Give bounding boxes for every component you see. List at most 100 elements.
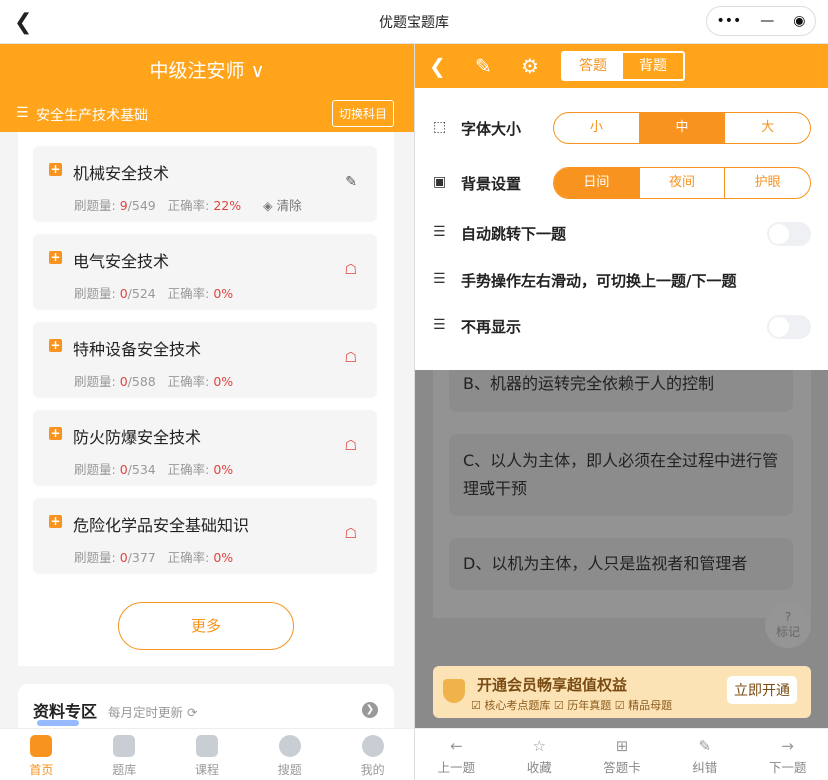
auto-next-label: 自动跳转下一题 [461,225,567,243]
vip-open-button[interactable]: 立即开通 [727,676,797,704]
tab-search[interactable]: 搜题 [248,729,331,780]
search-icon [278,735,301,757]
tab-home[interactable]: 首页 [0,729,83,780]
font-small-option[interactable]: 小 [554,113,639,143]
font-large-option[interactable]: 大 [724,113,810,143]
materials-subtitle: 每月定时更新 ⟳ [108,705,198,720]
arrow-left-icon: ← [450,737,463,755]
settings-popup: ⬚ 字体大小 小 中 大 ▣ 背景设置 日间 夜间 护眼 ☰ 自动跳转下一题 ☰… [415,88,828,370]
dimmed-question-area[interactable]: B、机器的运转完全依赖于人的控制 C、以人为主体，即人必须在全过程中进行管理或干… [415,370,828,730]
gear-icon[interactable]: ⚙ [521,54,539,78]
option-b[interactable]: B、机器的运转完全依赖于人的控制 [449,370,793,412]
background-label: 背景设置 [461,175,522,193]
option-c[interactable]: C、以人为主体，即人必须在全过程中进行管理或干预 [449,434,793,516]
edit-icon[interactable]: ✎ [475,54,492,78]
prev-question-button[interactable]: ← 上一题 [415,729,498,780]
chapter-stats: 刷题量: 0/524 正确率: 0% [74,286,234,301]
app-topbar: ❮ 优题宝题库 ••• — ◉ [0,0,828,44]
more-icon[interactable]: ••• [717,13,742,29]
chapter-stats: 刷题量: 0/377 正确率: 0% [74,550,234,565]
background-options: 日间 夜间 护眼 [553,167,811,199]
chapter-item[interactable]: + 危险化学品安全基础知识 刷题量: 0/377 正确率: 0% ☖ [33,498,377,574]
tab-courses[interactable]: 课程 [166,729,249,780]
tab-profile[interactable]: 我的 [331,729,414,780]
mode-switch: 答题 背题 [561,51,685,81]
tab-question-bank[interactable]: 题库 [83,729,166,780]
question-card: B、机器的运转完全依赖于人的控制 C、以人为主体，即人必须在全过程中进行管理或干… [433,370,811,618]
close-icon[interactable]: ◉ [793,13,805,29]
next-question-button[interactable]: → 下一题 [746,729,828,780]
materials-title: 资料专区 [33,698,97,726]
vip-title: 开通会员畅享超值权益 [477,676,628,694]
lock-icon: ☖ [344,526,357,542]
expand-icon[interactable]: + [49,427,62,440]
chapter-stats: 刷题量: 9/549 正确率: 22% [74,198,242,213]
expand-icon[interactable]: + [49,515,62,528]
question-header: ❮ ✎ ⚙ 答题 背题 [415,44,828,88]
chapter-item[interactable]: + 特种设备安全技术 刷题量: 0/588 正确率: 0% ☖ [33,322,377,398]
chapter-list: + 机械安全技术 刷题量: 9/549 正确率: 22% ◈ 清除 ✎ + 电气… [18,132,394,666]
tab-recite[interactable]: 背题 [623,53,683,79]
bg-eyecare-option[interactable]: 护眼 [724,168,810,198]
mark-button[interactable]: ? 标记 [765,602,811,648]
edit-icon: ✎ [698,737,712,755]
gesture-label: 手势操作左右滑动，可切换上一题/下一题 [461,272,737,290]
font-medium-option[interactable]: 中 [638,113,725,143]
chapter-stats: 刷题量: 0/588 正确率: 0% [74,374,234,389]
clear-button[interactable]: ◈ 清除 [263,195,302,214]
favorite-button[interactable]: ☆ 收藏 [498,729,581,780]
answer-card-button[interactable]: ⊞ 答题卡 [581,729,664,780]
exam-selector[interactable]: 中级注安师 ∨ [0,56,414,83]
chapter-name: 特种设备安全技术 [73,340,202,359]
option-d[interactable]: D、以机为主体，人只是监视者和管理者 [449,538,793,590]
lock-icon: ☖ [344,438,357,454]
tab-answer[interactable]: 答题 [563,53,623,79]
auto-next-toggle[interactable] [767,222,811,246]
minimize-icon[interactable]: — [760,13,774,29]
document-icon [113,735,136,757]
list-arrow-icon: ☰ [433,317,446,333]
image-icon: ▣ [433,174,447,190]
right-panel: ❮ ✎ ⚙ 答题 背题 ⬚ 字体大小 小 中 大 ▣ 背景设置 日间 夜间 护眼… [414,44,828,780]
bottom-tab-bar: 首页 题库 课程 搜题 我的 [0,728,414,780]
chapter-name: 机械安全技术 [73,164,170,183]
bg-night-option[interactable]: 夜间 [638,168,725,198]
chapter-name: 防火防爆安全技术 [73,428,202,447]
no-show-toggle[interactable] [767,315,811,339]
edit-icon[interactable]: ✎ [345,174,357,190]
expand-icon[interactable]: + [49,339,62,352]
lock-icon: ☖ [344,262,357,278]
left-panel: 中级注安师 ∨ ☰ 安全生产技术基础 切换科目 + 机械安全技术 刷题量: 9/… [0,44,414,780]
play-icon [195,735,218,757]
font-size-label: 字体大小 [461,120,522,138]
back-icon[interactable]: ❮ [429,54,446,78]
chapter-item[interactable]: + 机械安全技术 刷题量: 9/549 正确率: 22% ◈ 清除 ✎ [33,146,377,222]
list-icon: ☰ [16,105,29,121]
expand-icon[interactable]: + [49,163,62,176]
font-size-options: 小 中 大 [553,112,811,144]
mini-program-capsule: ••• — ◉ [706,6,816,36]
expand-icon[interactable]: + [49,251,62,264]
list-arrow-icon: ☰ [433,224,446,240]
lock-icon: ☖ [344,350,357,366]
app-title: 优题宝题库 [379,15,449,31]
chapter-item[interactable]: + 防火防爆安全技术 刷题量: 0/534 正确率: 0% ☖ [33,410,377,486]
chapter-name: 危险化学品安全基础知识 [73,516,250,535]
vip-banner[interactable]: 开通会员畅享超值权益 ☑ 核心考点题库 ☑ 历年真题 ☑ 精品母题 立即开通 [433,666,811,718]
home-icon [30,735,53,757]
arrow-right-icon: → [781,737,794,755]
switch-subject-button[interactable]: 切换科目 [331,100,394,127]
eraser-icon: ◈ [263,198,273,213]
list-arrow-icon: ☰ [433,271,446,287]
no-show-label: 不再显示 [461,318,522,336]
chevron-right-icon[interactable]: ❯ [362,702,378,718]
font-size-icon: ⬚ [433,119,447,135]
chapter-name: 电气安全技术 [73,252,170,271]
bg-day-option[interactable]: 日间 [554,168,639,198]
chapter-item[interactable]: + 电气安全技术 刷题量: 0/524 正确率: 0% ☖ [33,234,377,310]
subject-bar: ☰ 安全生产技术基础 切换科目 [0,94,414,132]
report-error-button[interactable]: ✎ 纠错 [663,729,746,780]
star-icon: ☆ [532,737,546,755]
more-button[interactable]: 更多 [118,602,294,650]
left-header: 中级注安师 ∨ ☰ 安全生产技术基础 切换科目 [0,44,414,132]
